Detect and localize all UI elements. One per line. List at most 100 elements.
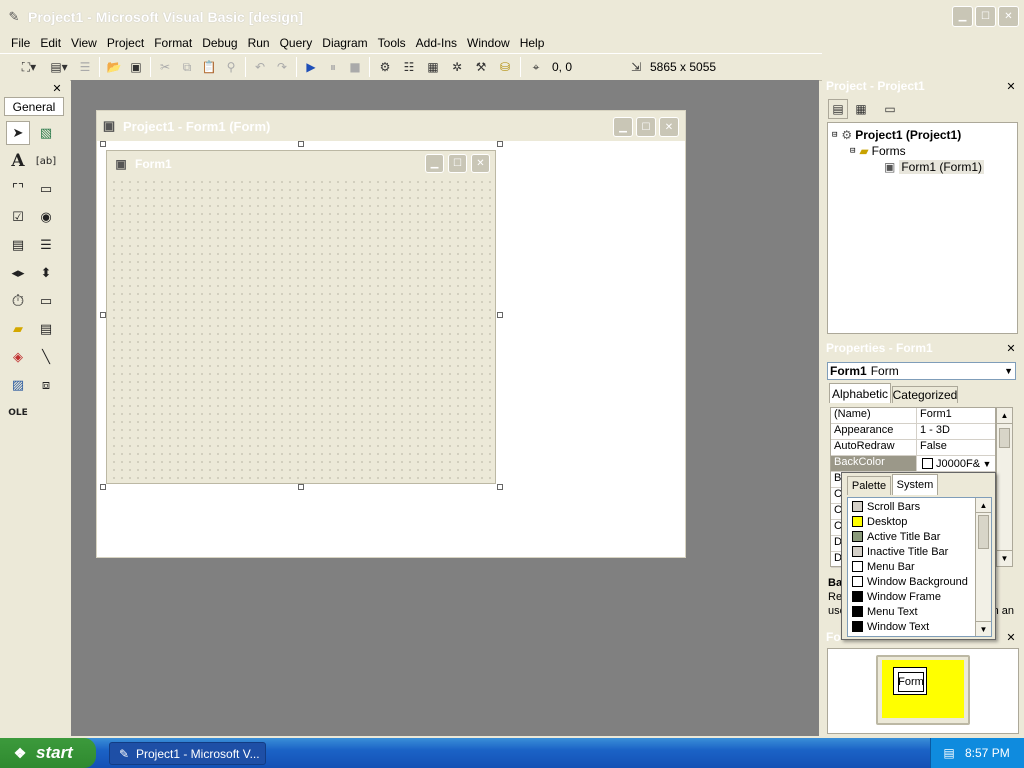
color-list-scrollbar[interactable]: ▲ ▼ <box>975 498 991 636</box>
optionbutton-icon[interactable]: ◉ <box>34 205 58 229</box>
shape-icon[interactable]: ◈ <box>6 345 30 369</box>
menu-edit[interactable]: Edit <box>35 36 66 50</box>
tab-alphabetic[interactable]: Alphabetic <box>829 383 891 403</box>
menu-view[interactable]: View <box>66 36 102 50</box>
tree-item-project[interactable]: ⊟ ⚙ Project1 (Project1) <box>828 127 1017 143</box>
color-item-active-title-bar[interactable]: Active Title Bar <box>848 529 976 544</box>
object-selector[interactable]: Form1 Form ▼ <box>827 362 1016 380</box>
tab-system[interactable]: System <box>892 474 938 495</box>
resize-handle-w[interactable] <box>100 312 106 318</box>
toolbox-close-icon[interactable]: ✕ <box>50 81 64 95</box>
paste-icon[interactable]: 📋 <box>198 56 220 78</box>
filelistbox-icon[interactable]: ▤ <box>34 317 58 341</box>
scroll-up-icon[interactable]: ▲ <box>997 408 1012 424</box>
resize-handle-sw[interactable] <box>100 484 106 490</box>
frame-icon[interactable]: ⌜⌝ <box>6 177 30 201</box>
timer-icon[interactable]: ⏱ <box>6 289 30 313</box>
color-item-scroll-bars[interactable]: Scroll Bars <box>848 499 976 514</box>
menu-query[interactable]: Query <box>275 36 318 50</box>
copy-icon[interactable]: ⧉ <box>176 56 198 78</box>
line-icon[interactable]: ╲ <box>34 345 58 369</box>
resize-handle-ne[interactable] <box>497 141 503 147</box>
label-icon[interactable]: A <box>6 149 30 173</box>
break-icon[interactable]: ⏸ <box>322 56 344 78</box>
redo-icon[interactable]: ↷ <box>271 56 293 78</box>
scroll-down-icon[interactable]: ▼ <box>997 550 1012 566</box>
color-item-menu-text[interactable]: Menu Text <box>848 604 976 619</box>
close-button[interactable]: ✕ <box>998 6 1019 27</box>
tree-item-forms[interactable]: ⊟ ▰ Forms <box>828 143 1017 159</box>
menu-diagram[interactable]: Diagram <box>317 36 372 50</box>
designer-maximize-button[interactable]: ☐ <box>636 117 656 137</box>
color-item-inactive-title-bar[interactable]: Inactive Title Bar <box>848 544 976 559</box>
tab-categorized[interactable]: Categorized <box>892 386 958 403</box>
form-preview[interactable]: Form <box>893 667 927 695</box>
properties-scrollbar[interactable]: ▲ ▼ <box>996 407 1013 567</box>
color-item-window-frame[interactable]: Window Frame <box>848 589 976 604</box>
taskbar-task-vb[interactable]: ✎ Project1 - Microsoft V... <box>109 742 266 765</box>
toolbox-icon[interactable]: ⚒ <box>469 56 493 78</box>
project-explorer-icon[interactable]: ⚙ <box>373 56 397 78</box>
chevron-down-icon[interactable]: ▼ <box>1004 366 1013 376</box>
view-object-icon[interactable]: ▦ <box>851 99 871 119</box>
property-row-name[interactable]: (Name) Form1 <box>831 408 995 424</box>
vscrollbar-icon[interactable]: ⬍ <box>34 261 58 285</box>
collapse-icon[interactable]: ⊟ <box>850 146 855 156</box>
image-icon[interactable]: ▨ <box>6 373 30 397</box>
resize-handle-se[interactable] <box>497 484 503 490</box>
end-icon[interactable]: ■ <box>344 56 366 78</box>
add-form-icon[interactable]: ▤▾ <box>44 56 74 78</box>
menu-project[interactable]: Project <box>102 36 149 50</box>
menu-editor-icon[interactable]: ☰ <box>74 56 96 78</box>
start-icon[interactable]: ▶ <box>300 56 322 78</box>
hscrollbar-icon[interactable]: ◂▸ <box>6 261 30 285</box>
textbox-icon[interactable]: [ab] <box>34 149 58 173</box>
toggle-folders-icon[interactable]: ▭ <box>880 99 900 119</box>
combobox-icon[interactable]: ▤ <box>6 233 30 257</box>
scroll-thumb[interactable] <box>999 428 1010 448</box>
menu-tools[interactable]: Tools <box>373 36 411 50</box>
pointer-icon[interactable]: ➤ <box>6 121 30 145</box>
color-item-desktop[interactable]: Desktop <box>848 514 976 529</box>
form-layout-close-icon[interactable]: ✕ <box>1004 630 1018 644</box>
object-browser-icon[interactable]: ✲ <box>445 56 469 78</box>
tray-icon[interactable]: ▤ <box>941 746 957 760</box>
project-explorer-close-icon[interactable]: ✕ <box>1004 79 1018 93</box>
property-row-appearance[interactable]: Appearance 1 - 3D <box>831 424 995 440</box>
collapse-icon[interactable]: ⊟ <box>832 130 837 140</box>
property-row-backcolor[interactable]: BackColor J0000F& <box>831 456 995 472</box>
resize-handle-n[interactable] <box>298 141 304 147</box>
color-item-window-background[interactable]: Window Background <box>848 574 976 589</box>
data-view-icon[interactable]: ⛁ <box>493 56 517 78</box>
scroll-thumb[interactable] <box>978 515 989 549</box>
scroll-up-icon[interactable]: ▲ <box>976 498 991 513</box>
property-row-autoredraw[interactable]: AutoRedraw False <box>831 440 995 456</box>
designer-close-button[interactable]: ✕ <box>659 117 679 137</box>
dirlistbox-icon[interactable]: ▰ <box>6 317 30 341</box>
color-item-menu-bar[interactable]: Menu Bar <box>848 559 976 574</box>
menu-help[interactable]: Help <box>515 36 550 50</box>
menu-format[interactable]: Format <box>149 36 197 50</box>
drivelistbox-icon[interactable]: ▭ <box>34 289 58 313</box>
undo-icon[interactable]: ↶ <box>249 56 271 78</box>
backcolor-dropdown-chevron-icon[interactable]: ▼ <box>980 457 994 471</box>
minimize-button[interactable]: ▁ <box>952 6 973 27</box>
resize-handle-s[interactable] <box>298 484 304 490</box>
picturebox-icon[interactable]: ▧ <box>34 121 58 145</box>
ole-icon[interactable]: OLE <box>6 401 30 425</box>
cut-icon[interactable]: ✂ <box>154 56 176 78</box>
data-icon[interactable]: ⧈ <box>34 373 58 397</box>
form-layout-icon[interactable]: ▦ <box>421 56 445 78</box>
menu-debug[interactable]: Debug <box>197 36 242 50</box>
menu-window[interactable]: Window <box>462 36 515 50</box>
toolbox-tab-general[interactable]: General <box>4 97 64 116</box>
checkbox-icon[interactable]: ☑ <box>6 205 30 229</box>
menu-run[interactable]: Run <box>243 36 275 50</box>
tree-item-form1[interactable]: ▣ Form1 (Form1) <box>828 159 1017 175</box>
properties-window-icon[interactable]: ☷ <box>397 56 421 78</box>
designer-minimize-button[interactable]: ▁ <box>613 117 633 137</box>
listbox-icon[interactable]: ☰ <box>34 233 58 257</box>
form1-canvas[interactable]: ▣ Form1 ▁ ☐ ✕ <box>106 150 496 484</box>
start-button[interactable]: ❖ start <box>0 738 96 768</box>
view-code-icon[interactable]: ▤ <box>828 99 848 119</box>
